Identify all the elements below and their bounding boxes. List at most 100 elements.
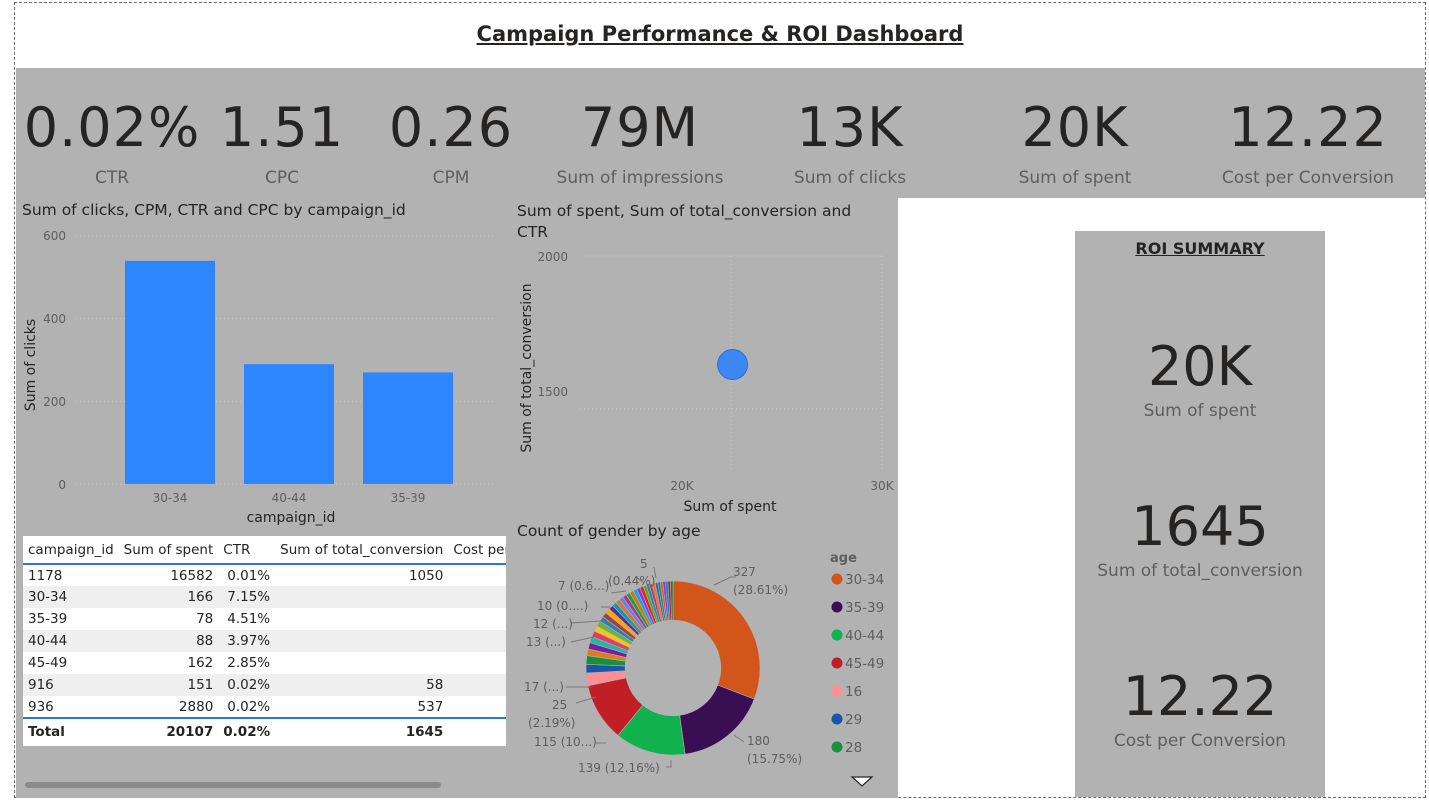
table-row[interactable]: 35-39 78 4.51% [23,608,506,630]
page-title: Campaign Performance & ROI Dashboard [476,22,964,46]
donut-label-115: 115 (10...) [534,735,597,749]
table-header-sum-spent[interactable]: Sum of spent [118,536,219,565]
bar-chart-x-ticks: 30-34 40-44 35-39 [153,491,426,505]
scatter-chart[interactable]: Sum of total_conversion Sum of spent 200… [510,240,898,520]
cell-cost-per-conversion [448,630,506,652]
cell-ctr: 4.51% [227,611,271,627]
donut-label-327: 327 [733,565,756,579]
table-row[interactable]: 936 2880 0.02% 537 [23,696,506,718]
cell-sum-spent: 166 [118,586,219,608]
roi-kpi-label: Sum of spent [1143,401,1257,421]
donut-label-13: 13 (...) [526,635,566,649]
table-header-total-conversion[interactable]: Sum of total_conversion [275,536,449,565]
bar-chart-title: Sum of clicks, CPM, CTR and CPC by campa… [22,201,406,219]
table-row[interactable]: 1178 16582 0.01% 1050 [23,564,506,586]
legend-item-16: 16 [845,684,862,700]
cell-campaign-id: 45-49 [28,655,68,671]
kpi-value: 13K [796,96,904,159]
table-row[interactable]: 916 151 0.02% 58 [23,674,506,696]
legend-item-40-44: 40-44 [845,628,884,644]
legend-item-45-49: 45-49 [845,656,884,672]
bar-40-44 [244,364,334,484]
total-total-conversion: 1645 [275,717,449,744]
bar-chart-y-axis-title: Sum of clicks [23,319,39,411]
total-cost-per-conversion [448,717,506,744]
kpi-label: Cost per Conversion [1221,168,1395,188]
cell-cost-per-conversion [448,564,506,586]
cell-campaign-id: 40-44 [23,630,119,652]
kpi-card-cpm[interactable]: 0.26 CPM [351,96,551,188]
cell-cost-per-conversion [448,586,506,608]
legend-marker-45-49 [831,657,843,669]
kpi-card-impressions[interactable]: 79M Sum of impressions [540,96,740,188]
donut-label-5: 5 [640,557,648,571]
cell-ctr: 3.97% [218,630,276,652]
bar-chart-y-tick-600: 600 [43,229,66,243]
total-sum-spent: 20107 [118,717,219,744]
kpi-label: CPM [432,168,470,188]
cell-cost-per-conversion [448,696,506,718]
scrollbar-thumb[interactable] [25,782,441,788]
kpi-card-clicks[interactable]: 13K Sum of clicks [750,96,950,188]
kpi-label: Sum of clicks [793,168,907,188]
donut-chart-title: Count of gender by age [517,522,701,540]
cell-ctr: 0.02% [227,698,271,715]
legend-marker-30-34 [831,573,843,585]
scatter-chart-x-tick-20k: 20K [670,479,694,493]
legend-marker-28 [831,741,843,753]
donut-label-139: 139 (12.16%) [578,761,660,775]
donut-chart-slices [585,580,761,756]
campaign-table[interactable]: campaign_id Sum of spent CTR Sum of tota… [23,536,506,746]
roi-summary-card: ROI SUMMARY 20K Sum of spent 1645 Sum of… [1075,231,1325,797]
table-header-row: campaign_id Sum of spent CTR Sum of tota… [23,536,506,565]
roi-kpi-label: Sum of total_conversion [1097,561,1303,581]
donut-chart[interactable]: 327 (28.61%) 180 (15.75%) 139 (12.16%) 1… [506,545,898,795]
legend-scroll-down-icon[interactable] [850,776,874,787]
cell-total-conversion [275,586,449,608]
kpi-band: 0.02% CTR 1.51 CPC 0.26 CPM 79M Sum of i… [16,68,1425,198]
cell-ctr: 0.01% [227,567,271,584]
table-header-campaign-id[interactable]: campaign_id [23,536,119,565]
bar-chart-x-tick-35-39: 35-39 [391,491,426,505]
scatter-chart-points [717,349,749,381]
bar-chart[interactable]: Sum of clicks campaign_id 600 400 200 0 … [16,220,506,530]
cell-sum-spent: 2880 [178,698,214,715]
cell-sum-spent: 88 [118,630,219,652]
legend-item-35-39: 35-39 [845,600,884,616]
roi-kpi-total-conversion[interactable]: 1645 Sum of total_conversion [1075,495,1325,581]
cell-campaign-id: 35-39 [28,611,68,627]
scatter-chart-title: Sum of spent, Sum of total_conversion an… [517,202,852,241]
scatter-chart-x-axis-title: Sum of spent [684,499,777,515]
cell-cost-per-conversion [448,674,506,696]
bar-chart-x-tick-30-34: 30-34 [153,491,188,505]
cell-ctr: 2.85% [227,655,271,671]
donut-label-12: 12 (...) [533,617,573,631]
table-row[interactable]: 45-49 162 2.85% [23,652,506,674]
kpi-card-spent[interactable]: 20K Sum of spent [975,96,1175,188]
roi-kpi-spent[interactable]: 20K Sum of spent [1075,335,1325,421]
table-total-row: Total 20107 0.02% 1645 [23,717,506,744]
bar-30-34 [125,260,215,484]
cell-sum-spent: 78 [196,611,214,627]
bar-chart-y-tick-200: 200 [43,395,66,409]
donut-chart-legend[interactable]: 30-34 35-39 40-44 45-49 16 29 28 [831,572,885,756]
roi-kpi-value: 12.22 [1122,665,1278,728]
table-horizontal-scrollbar[interactable] [23,779,506,791]
donut-label-5-pct: (0.44%) [608,574,655,588]
kpi-value: 0.26 [388,96,514,159]
roi-kpi-value: 20K [1147,335,1253,398]
cell-cost-per-conversion [448,652,506,674]
bar-chart-x-axis-title: campaign_id [247,510,336,526]
roi-kpi-cost-per-conversion[interactable]: 12.22 Cost per Conversion [1075,665,1325,751]
kpi-card-cost-per-conversion[interactable]: 12.22 Cost per Conversion [1208,96,1408,188]
table-row[interactable]: 30-34 166 7.15% [23,586,506,608]
table-header-ctr[interactable]: CTR [218,536,276,565]
donut-label-327-pct: (28.61%) [733,583,788,597]
cell-campaign-id: 30-34 [23,586,119,608]
table-row[interactable]: 40-44 88 3.97% [23,630,506,652]
bar-chart-y-tick-0: 0 [58,478,66,492]
table-header-cost-per-conversion[interactable]: Cost per C [448,536,506,565]
donut-label-180-pct: (15.75%) [747,752,802,766]
donut-slice-30-34 [672,580,761,700]
donut-slice-35-39 [679,684,755,755]
